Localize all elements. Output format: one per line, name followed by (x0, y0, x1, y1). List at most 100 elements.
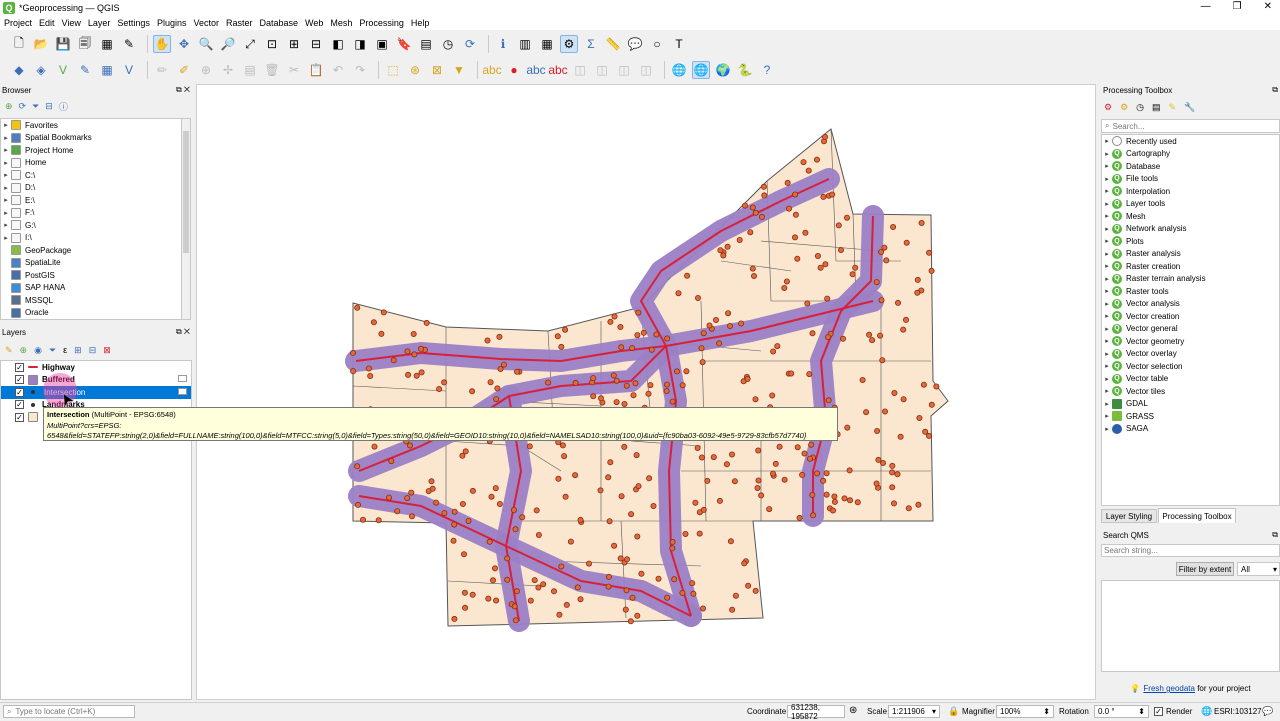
move-label-icon[interactable]: ◫ (571, 61, 589, 79)
toolbox-group[interactable]: ▸ Q Vector creation (1102, 310, 1279, 323)
expand-arrow-icon[interactable]: ▸ (1102, 175, 1112, 183)
help-icon[interactable]: ? (758, 61, 776, 79)
magnifier-field[interactable]: 100% ⬍ (996, 705, 1054, 718)
qms-filter-select[interactable]: All ▾ (1237, 562, 1280, 576)
menu-view[interactable]: View (62, 18, 81, 28)
toolbox-group[interactable]: ▸ Q Network analysis (1102, 223, 1279, 236)
map-tips-icon[interactable]: 💬 (626, 35, 644, 53)
close-button[interactable]: ✕ (1264, 1, 1272, 12)
statistics-icon[interactable]: Σ (582, 35, 600, 53)
menu-project[interactable]: Project (4, 18, 32, 28)
panel-float-close-icon[interactable]: ⧉ ✕ (176, 327, 190, 337)
browser-item[interactable]: GeoPackage (1, 244, 181, 257)
layer-item[interactable]: ✓ Buffered (1, 374, 191, 387)
toolbox-group[interactable]: ▸ Q Raster creation (1102, 260, 1279, 273)
layer-visibility-checkbox[interactable]: ✓ (15, 412, 24, 422)
expand-arrow-icon[interactable]: ▸ (1102, 312, 1112, 320)
layer-styling-icon[interactable]: ✎ (5, 345, 13, 356)
toolbox-search-input[interactable]: ⌕ Search... (1101, 119, 1280, 133)
menu-plugins[interactable]: Plugins (157, 18, 187, 28)
expand-arrow-icon[interactable]: ▸ (1102, 275, 1112, 283)
crs-globe-icon[interactable]: 🌐 (1201, 706, 1212, 717)
text-annotation-icon[interactable]: T (670, 35, 688, 53)
toolbox-group[interactable]: ▸ Q Plots (1102, 235, 1279, 248)
change-label-icon[interactable]: ◫ (615, 61, 633, 79)
minimize-button[interactable]: — (1201, 1, 1211, 12)
rotation-field[interactable]: 0.0 ° ⬍ (1094, 705, 1149, 718)
select-by-value-icon[interactable]: ⊛ (406, 61, 424, 79)
menu-layer[interactable]: Layer (88, 18, 111, 28)
menu-mesh[interactable]: Mesh (330, 18, 352, 28)
pan-to-selection-icon[interactable]: ✥ (175, 35, 193, 53)
field-calculator-icon[interactable]: ▦ (538, 35, 556, 53)
expand-arrow-icon[interactable]: ▸ (1102, 150, 1112, 158)
expand-arrow-icon[interactable]: ▸ (1102, 300, 1112, 308)
expand-arrow-icon[interactable]: ▸ (1102, 337, 1112, 345)
save-project-icon[interactable]: 💾 (54, 35, 72, 53)
locator-search-input[interactable]: ⌕ Type to locate (Ctrl+K) (3, 705, 135, 718)
data-source-manager-icon[interactable]: ◆ (10, 61, 28, 79)
add-raster-layer-icon[interactable]: ✎ (76, 61, 94, 79)
menu-processing[interactable]: Processing (359, 18, 404, 28)
menu-help[interactable]: Help (411, 18, 430, 28)
menu-edit[interactable]: Edit (39, 18, 55, 28)
toolbox-group[interactable]: ▸ Q Interpolation (1102, 185, 1279, 198)
browser-item[interactable]: SAP HANA (1, 282, 181, 295)
toolbox-group[interactable]: ▸ GRASS (1102, 410, 1279, 423)
expand-arrow-icon[interactable]: ▸ (1102, 200, 1112, 208)
add-vector-layer-icon[interactable]: V (54, 61, 72, 79)
pan-map-icon[interactable]: ✋ (153, 35, 171, 53)
filter-legend-icon[interactable]: ⏷ (49, 345, 56, 356)
browser-item[interactable]: ▸ D:\ (1, 182, 181, 195)
expand-arrow-icon[interactable]: ▸ (1102, 350, 1112, 358)
manage-visibility-icon[interactable]: ◉ (34, 345, 42, 356)
expand-arrow-icon[interactable]: ▸ (1102, 137, 1112, 145)
select-features-icon[interactable]: ⬚ (384, 61, 402, 79)
toolbox-group[interactable]: ▸ Q Raster terrain analysis (1102, 273, 1279, 286)
browser-item[interactable]: Oracle (1, 307, 181, 320)
show-bookmarks-icon[interactable]: ▤ (417, 35, 435, 53)
new-project-icon[interactable]: 🗋 (10, 35, 28, 53)
annotation-icon[interactable]: ○ (648, 35, 666, 53)
temporal-icon[interactable]: ◷ (439, 35, 457, 53)
toolbox-group[interactable]: ▸ Q File tools (1102, 173, 1279, 186)
qms-search-icon[interactable]: 🌐 (692, 61, 710, 79)
add-group-icon[interactable]: ⊕ (20, 345, 28, 356)
scrollbar-thumb[interactable] (183, 131, 189, 253)
toolbox-group[interactable]: ▸ Q Mesh (1102, 210, 1279, 223)
qms-search-input[interactable]: Search string... (1101, 544, 1280, 557)
expand-arrow-icon[interactable]: ▸ (1102, 362, 1112, 370)
browser-item[interactable]: ▸ C:\ (1, 169, 181, 182)
identify-icon[interactable]: ℹ (494, 35, 512, 53)
expand-arrow-icon[interactable]: ▸ (1, 196, 11, 204)
save-edits-icon[interactable]: ▤ (241, 61, 259, 79)
expand-arrow-icon[interactable]: ▸ (1102, 325, 1112, 333)
browser-item[interactable]: SpatiaLite (1, 257, 181, 270)
toolbox-group[interactable]: ▸ Q Vector overlay (1102, 348, 1279, 361)
redo-icon[interactable]: ↷ (351, 61, 369, 79)
panel-float-icon[interactable]: ⧉ (1272, 85, 1278, 95)
toolbox-group[interactable]: ▸ GDAL (1102, 398, 1279, 411)
scripts-icon[interactable]: ⚙ (1120, 102, 1128, 113)
edit-pencil-icon[interactable]: ✏ (153, 61, 171, 79)
expand-arrow-icon[interactable]: ▸ (1102, 262, 1112, 270)
temporary-layer-indicator-icon[interactable] (178, 388, 187, 395)
toolbox-group[interactable]: ▸ Q Vector analysis (1102, 298, 1279, 311)
toolbox-group[interactable]: ▸ Q Raster tools (1102, 285, 1279, 298)
results-icon[interactable]: ▤ (1152, 102, 1161, 113)
collapse-all-icon[interactable]: ⊟ (45, 101, 53, 112)
expand-arrow-icon[interactable]: ▸ (1102, 375, 1112, 383)
add-mesh-layer-icon[interactable]: ▦ (98, 61, 116, 79)
temporary-layer-indicator-icon[interactable] (178, 375, 187, 382)
map-svg[interactable] (197, 85, 1097, 701)
expand-arrow-icon[interactable]: ▸ (1, 171, 11, 179)
show-hide-label-icon[interactable]: abc (548, 61, 567, 79)
new-map-view-icon[interactable]: ▣ (373, 35, 391, 53)
toggle-editing-icon[interactable]: ✐ (175, 61, 193, 79)
layer-visibility-checkbox[interactable]: ✓ (15, 362, 24, 372)
filter-icon[interactable]: ⏷ (32, 101, 39, 112)
cut-icon[interactable]: ✂ (285, 61, 303, 79)
maximize-button[interactable]: ❐ (1233, 1, 1242, 12)
new-geopackage-icon[interactable]: ◈ (32, 61, 50, 79)
browser-item[interactable]: ▸ Project Home (1, 144, 181, 157)
